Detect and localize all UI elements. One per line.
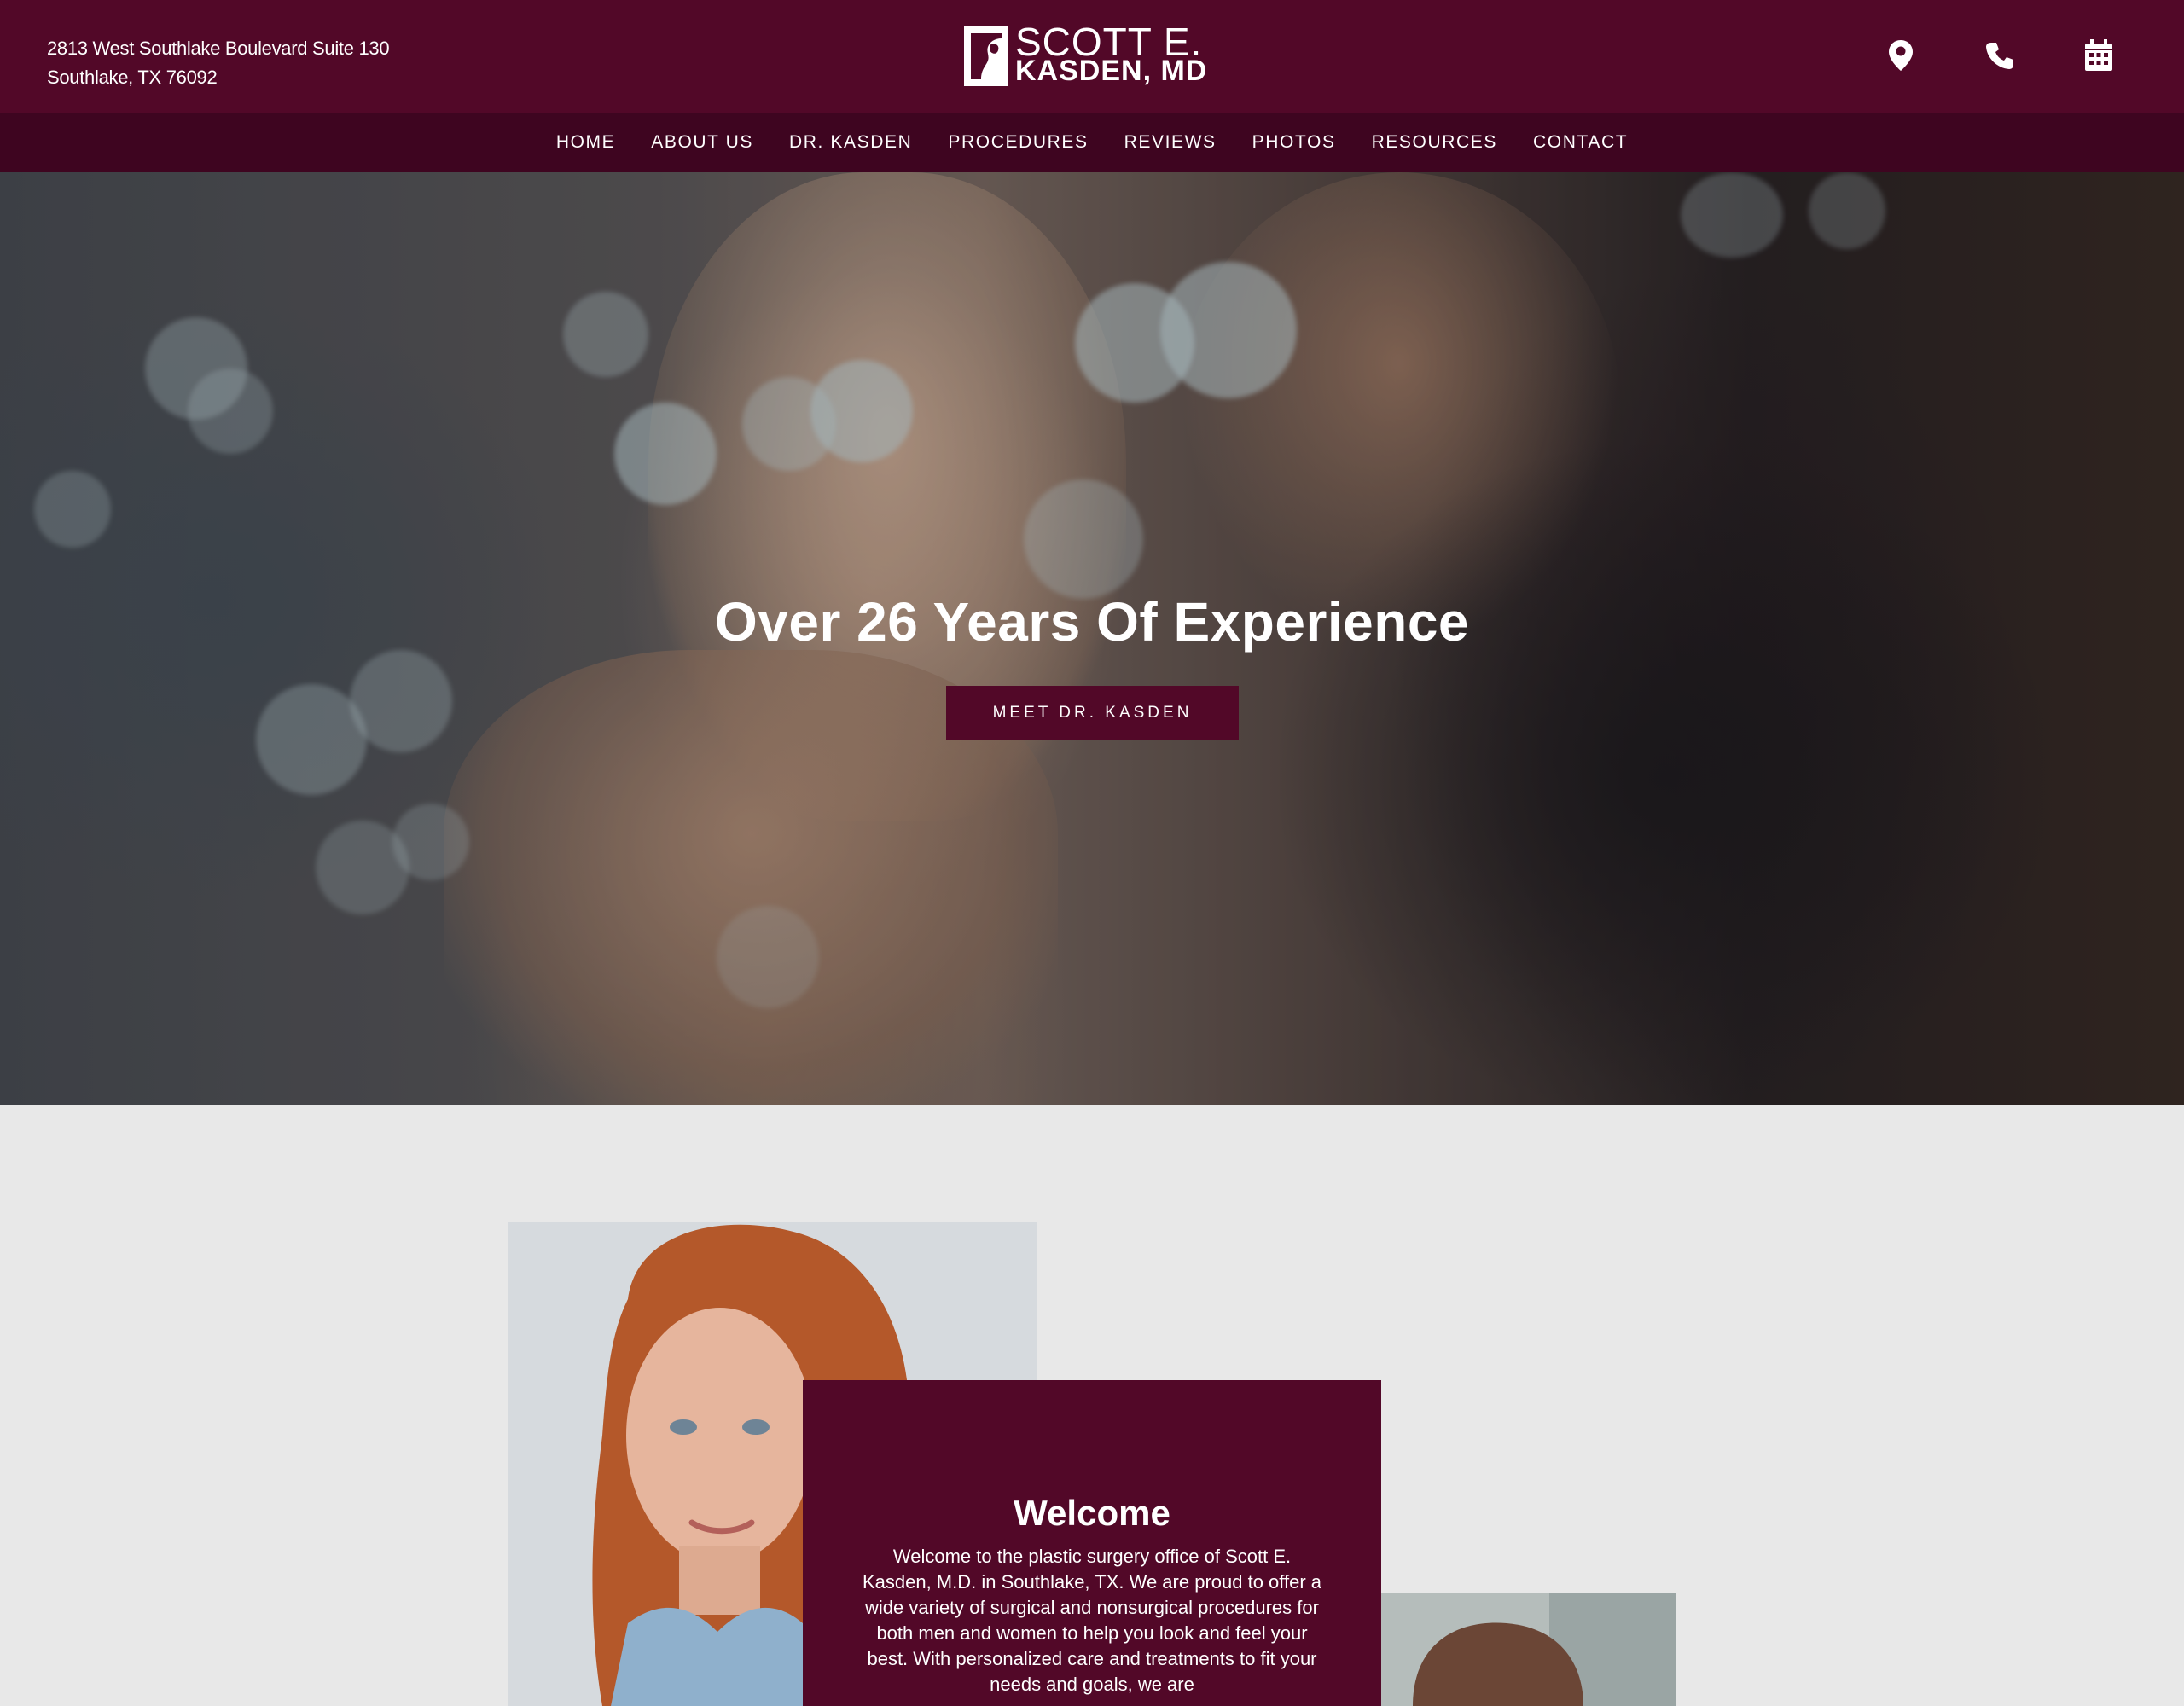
logo-name: SCOTT E. (1015, 20, 1203, 64)
hero-title: Over 26 Years Of Experience (715, 591, 1469, 653)
location-pin-icon[interactable] (1884, 36, 1918, 75)
hero-banner: Over 26 Years Of Experience MEET DR. KAS… (0, 172, 2184, 1105)
site-header: 2813 West Southlake Boulevard Suite 130 … (0, 0, 2184, 113)
welcome-title: Welcome (1014, 1493, 1170, 1533)
logo-credential: KASDEN, MD (1015, 55, 1208, 87)
welcome-card: Welcome Welcome to the plastic surgery o… (803, 1380, 1381, 1706)
phone-icon[interactable] (1983, 36, 2017, 75)
site-logo[interactable]: SCOTT E. KASDEN, MD (964, 20, 1208, 87)
nav-item-dr-kasden[interactable]: DR. KASDEN (771, 132, 930, 153)
nav-item-about-us[interactable]: ABOUT US (633, 132, 771, 153)
address-line-1: 2813 West Southlake Boulevard Suite 130 (47, 38, 390, 59)
logo-mark-icon (964, 26, 1008, 86)
welcome-body: Welcome to the plastic surgery office of… (862, 1546, 1322, 1695)
meet-dr-kasden-button[interactable]: MEET DR. KASDEN (946, 686, 1239, 740)
nav-item-resources[interactable]: RESOURCES (1354, 132, 1515, 153)
welcome-photo-second (1379, 1593, 1676, 1706)
nav-item-procedures[interactable]: PROCEDURES (930, 132, 1106, 153)
nav-item-reviews[interactable]: REVIEWS (1107, 132, 1234, 153)
address[interactable]: 2813 West Southlake Boulevard Suite 130 … (47, 34, 390, 92)
main-nav: HOME ABOUT US DR. KASDEN PROCEDURES REVI… (0, 113, 2184, 172)
nav-item-home[interactable]: HOME (538, 132, 633, 153)
nav-item-photos[interactable]: PHOTOS (1234, 132, 1354, 153)
address-line-2: Southlake, TX 76092 (47, 67, 218, 88)
nav-item-contact[interactable]: CONTACT (1515, 132, 1646, 153)
calendar-icon[interactable] (2082, 36, 2116, 75)
